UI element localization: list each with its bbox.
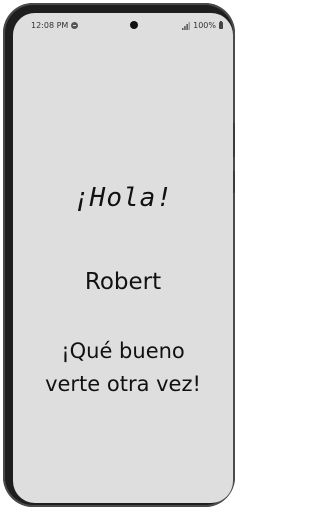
screen: 12:08 PM 100% ¡Hola! Robert ¡Qué bueno v… bbox=[13, 13, 233, 503]
welcome-line-2: verte otra vez! bbox=[45, 372, 201, 396]
signal-icon bbox=[182, 21, 191, 30]
battery-percent: 100% bbox=[193, 21, 216, 30]
welcome-line-1: ¡Qué bueno bbox=[61, 339, 185, 363]
battery-icon bbox=[219, 21, 223, 29]
greeting-heading: ¡Hola! bbox=[73, 183, 173, 213]
status-time: 12:08 PM bbox=[31, 21, 69, 30]
message-icon bbox=[71, 22, 79, 29]
welcome-message: ¡Qué bueno verte otra vez! bbox=[13, 335, 233, 401]
status-time-group: 12:08 PM bbox=[31, 21, 79, 30]
status-bar: 12:08 PM 100% bbox=[13, 13, 233, 37]
status-right-group: 100% bbox=[182, 21, 223, 30]
phone-frame: 12:08 PM 100% ¡Hola! Robert ¡Qué bueno v… bbox=[3, 3, 235, 507]
user-name: Robert bbox=[84, 269, 162, 295]
front-camera bbox=[130, 21, 138, 29]
